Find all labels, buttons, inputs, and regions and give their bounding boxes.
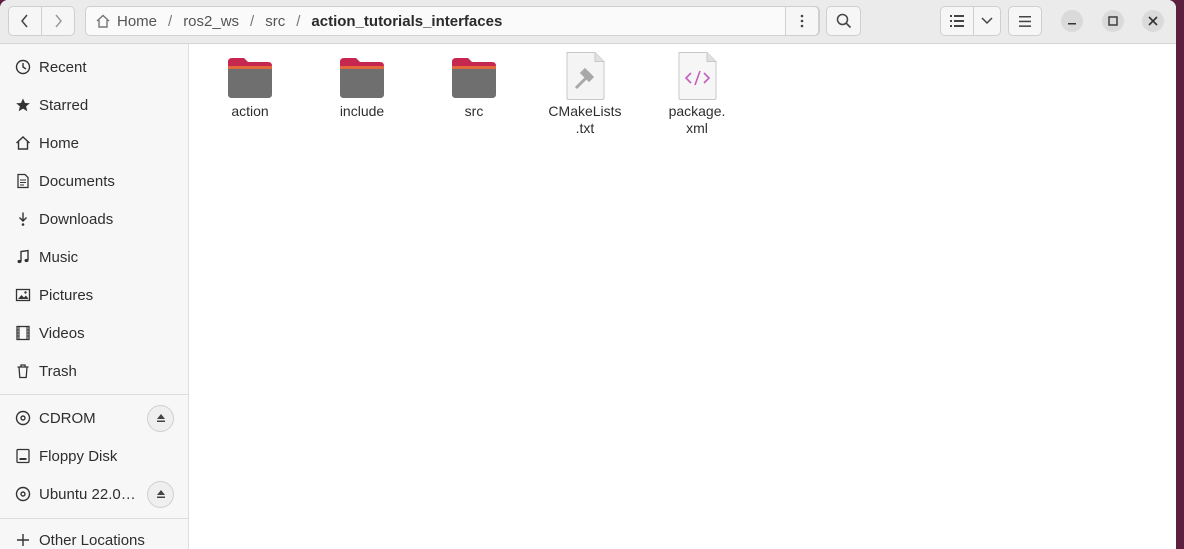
file-name: action [231, 103, 269, 119]
minimize-icon [1068, 23, 1076, 25]
sidebar-item-music[interactable]: Music [0, 238, 189, 276]
list-view-icon [950, 15, 964, 27]
home-icon [95, 13, 111, 29]
sidebar-divider [0, 394, 189, 395]
more-vertical-icon [800, 14, 804, 28]
sidebar-item-starred[interactable]: Starred [0, 86, 189, 124]
sidebar-item-pictures[interactable]: Pictures [0, 276, 189, 314]
xml-file-icon [673, 52, 721, 100]
hamburger-icon [1019, 15, 1031, 27]
video-icon [14, 324, 32, 342]
chevron-left-icon [21, 14, 28, 28]
picture-icon [14, 286, 32, 304]
file-name: include [339, 103, 385, 119]
sidebar-item-label: Pictures [39, 286, 94, 304]
path-menu-button[interactable] [785, 6, 819, 36]
sidebar: Recent Starred Home Documents Downloads … [0, 44, 189, 549]
sidebar-item-home[interactable]: Home [0, 124, 189, 162]
sidebar-item-other-locations[interactable]: Other Locations [0, 521, 189, 549]
folder-icon [450, 52, 498, 100]
sidebar-item-label: Recent [39, 58, 87, 76]
sidebar-item-label: Ubuntu 22.0… [39, 485, 136, 503]
sidebar-item-label: Documents [39, 172, 115, 190]
sidebar-item-downloads[interactable]: Downloads [0, 200, 189, 238]
download-icon [14, 210, 32, 228]
star-icon [14, 96, 32, 114]
sidebar-item-label: Floppy Disk [39, 447, 118, 465]
sidebar-item-cdrom[interactable]: CDROM [0, 399, 189, 437]
sidebar-item-floppy-disk[interactable]: Floppy Disk [0, 437, 189, 475]
close-icon [1148, 16, 1158, 26]
sidebar-item-label: Trash [39, 362, 77, 380]
view-list-button[interactable] [940, 6, 974, 36]
document-icon [14, 172, 32, 190]
sidebar-item-label: CDROM [39, 409, 96, 427]
sidebar-item-label: Other Locations [39, 531, 145, 549]
file-name: CMakeLists .txt [548, 103, 622, 136]
chevron-down-icon [981, 17, 993, 25]
breadcrumb-src[interactable]: src [265, 13, 285, 30]
sidebar-item-trash[interactable]: Trash [0, 352, 189, 390]
close-button[interactable] [1142, 10, 1164, 32]
sidebar-divider [0, 518, 189, 519]
sidebar-item-label: Music [39, 248, 79, 266]
sidebar-item-documents[interactable]: Documents [0, 162, 189, 200]
maximize-button[interactable] [1102, 10, 1124, 32]
file-item-package-xml[interactable]: package. xml [647, 52, 747, 137]
breadcrumb-ros2-ws[interactable]: ros2_ws [183, 13, 239, 30]
cmake-file-icon [561, 52, 609, 100]
file-manager-window: Home / ros2_ws / src / action_tutorials_… [0, 0, 1176, 549]
breadcrumb-home[interactable]: Home [117, 13, 157, 30]
folder-icon [338, 52, 386, 100]
header-bar: Home / ros2_ws / src / action_tutorials_… [0, 0, 1176, 44]
music-icon [14, 248, 32, 266]
file-item-src[interactable]: src [424, 52, 524, 120]
trash-icon [14, 362, 32, 380]
main-menu-button[interactable] [1008, 6, 1042, 36]
disc-icon [14, 409, 32, 427]
view-options-button[interactable] [973, 6, 1001, 36]
sidebar-item-label: Home [39, 134, 80, 152]
maximize-icon [1108, 16, 1118, 26]
eject-ubuntu-button[interactable] [147, 480, 174, 508]
sidebar-item-ubuntu-disc[interactable]: Ubuntu 22.0… [0, 475, 189, 513]
search-button[interactable] [826, 6, 861, 36]
sidebar-item-recent[interactable]: Recent [0, 48, 189, 86]
sidebar-item-label: Videos [39, 324, 85, 342]
search-icon [836, 13, 851, 29]
folder-icon [226, 52, 274, 100]
home-icon [14, 134, 32, 152]
file-name: src [464, 103, 484, 119]
minimize-button[interactable] [1061, 10, 1083, 32]
eject-icon [156, 414, 165, 422]
drive-icon [14, 447, 32, 465]
file-item-action[interactable]: action [200, 52, 300, 120]
breadcrumb-current[interactable]: action_tutorials_interfaces [311, 13, 502, 30]
disc-icon [14, 485, 32, 503]
clock-icon [14, 58, 32, 76]
file-name: package. xml [668, 103, 726, 136]
sidebar-item-videos[interactable]: Videos [0, 314, 189, 352]
sidebar-item-label: Downloads [39, 210, 114, 228]
path-bar: Home / ros2_ws / src / action_tutorials_… [85, 6, 820, 36]
eject-cdrom-button[interactable] [147, 404, 174, 432]
file-item-include[interactable]: include [312, 52, 412, 120]
back-button[interactable] [8, 6, 42, 36]
file-grid: action include src CMakeLists .txt packa… [190, 44, 1176, 549]
eject-icon [156, 490, 165, 498]
plus-icon [14, 531, 32, 549]
file-item-cmakelists[interactable]: CMakeLists .txt [535, 52, 635, 137]
sidebar-item-label: Starred [39, 96, 89, 114]
chevron-right-icon [55, 14, 62, 28]
forward-button[interactable] [41, 6, 75, 36]
